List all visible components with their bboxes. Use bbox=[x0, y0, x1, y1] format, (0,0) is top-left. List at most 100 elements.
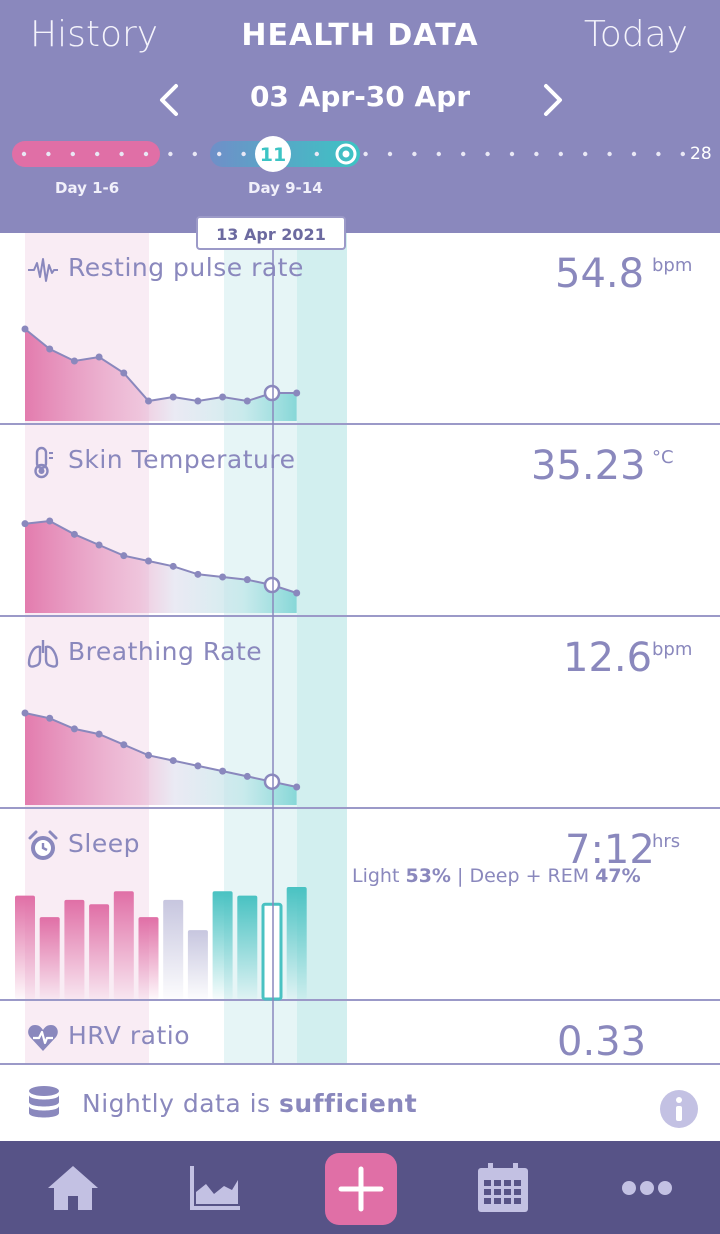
chevron-right-icon[interactable] bbox=[540, 80, 566, 127]
nav-home[interactable] bbox=[30, 1141, 116, 1234]
timeline-day-dot bbox=[363, 151, 368, 157]
data-point bbox=[145, 397, 152, 405]
nav-more[interactable] bbox=[604, 1141, 690, 1234]
data-point bbox=[95, 541, 103, 549]
timeline-day-dot bbox=[192, 151, 197, 157]
metrics-list: Resting pulse rate 54.8 bpm Skin Tempera… bbox=[0, 233, 720, 1063]
today-link[interactable]: Today bbox=[584, 14, 688, 55]
data-point bbox=[70, 725, 78, 733]
day-timeline[interactable]: 11 bbox=[0, 130, 720, 180]
data-point bbox=[219, 767, 227, 775]
sleep-bar bbox=[138, 917, 159, 999]
data-point bbox=[21, 520, 29, 528]
timeline-day-dot bbox=[168, 151, 173, 157]
info-icon[interactable] bbox=[659, 1089, 699, 1129]
data-point bbox=[21, 325, 29, 333]
timeline-day-dot bbox=[436, 151, 441, 157]
chart-area bbox=[25, 713, 297, 805]
data-status-bar: Nightly data is sufficient bbox=[0, 1063, 720, 1141]
data-point bbox=[194, 762, 202, 770]
data-point bbox=[293, 783, 301, 791]
pulse-chart bbox=[21, 325, 301, 421]
sleep-bar bbox=[89, 904, 110, 999]
data-point bbox=[120, 552, 128, 560]
data-point bbox=[243, 397, 251, 405]
data-point bbox=[46, 345, 54, 353]
metric-sleep[interactable]: Sleep 7:12 hrs Light 53% | Deep + REM 47… bbox=[0, 809, 720, 1001]
data-point bbox=[219, 393, 227, 401]
timeline-day-dot bbox=[558, 151, 563, 157]
data-point bbox=[194, 570, 202, 578]
sleep-bar bbox=[163, 899, 184, 999]
metric-skin-temperature[interactable]: Skin Temperature 35.23 °C bbox=[0, 425, 720, 617]
timeline-day-dot bbox=[119, 151, 124, 157]
nav-calendar[interactable] bbox=[460, 1141, 546, 1234]
timeline-day-dot bbox=[387, 151, 393, 157]
timeline-day-dot bbox=[534, 151, 539, 157]
metric-value: 0.33 bbox=[557, 1019, 647, 1063]
sleep-bar bbox=[286, 887, 307, 999]
metric-resting-pulse[interactable]: Resting pulse rate 54.8 bpm bbox=[0, 233, 720, 425]
plus-icon bbox=[338, 1166, 384, 1212]
timeline-day-dot bbox=[656, 151, 661, 157]
timeline-day-dot bbox=[607, 151, 612, 157]
add-button[interactable] bbox=[325, 1153, 397, 1225]
timeline-day-dot bbox=[46, 151, 51, 157]
data-point bbox=[219, 573, 227, 581]
data-point bbox=[169, 757, 177, 765]
timeline-end-day: 28 bbox=[690, 144, 712, 164]
header: History HEALTH DATA Today 03 Apr-30 Apr … bbox=[0, 0, 720, 233]
period-2-label: Day 9-14 bbox=[248, 179, 323, 197]
sleep-bar bbox=[113, 891, 134, 999]
timeline-day-dot bbox=[680, 151, 685, 157]
date-range: 03 Apr-30 Apr bbox=[249, 80, 471, 113]
more-icon bbox=[622, 1180, 672, 1195]
data-point bbox=[95, 730, 103, 738]
selected-sleep-bar bbox=[261, 902, 283, 1001]
sleep-bar bbox=[15, 895, 35, 999]
bottom-navigation bbox=[0, 1141, 720, 1234]
data-point bbox=[169, 562, 177, 570]
data-point bbox=[120, 741, 128, 749]
data-point bbox=[145, 751, 152, 759]
timeline-day-dot bbox=[314, 151, 319, 157]
data-point bbox=[293, 589, 301, 597]
metric-hrv-ratio[interactable]: HRV ratio 0.33 bbox=[0, 1001, 720, 1063]
timeline-day-dot bbox=[217, 151, 222, 157]
data-point bbox=[21, 709, 29, 717]
timeline-day-dot bbox=[241, 151, 246, 157]
period-1-bar bbox=[12, 141, 160, 167]
nav-trends[interactable] bbox=[172, 1141, 258, 1234]
calendar-icon bbox=[478, 1162, 528, 1212]
timeline-day-dot bbox=[70, 151, 76, 157]
database-icon bbox=[29, 1086, 59, 1118]
breathing-rate-chart bbox=[21, 709, 301, 805]
selected-date-flag: 13 Apr 2021 bbox=[196, 216, 346, 250]
chart-area bbox=[25, 521, 297, 613]
data-point bbox=[120, 369, 128, 377]
timeline-day-dot bbox=[509, 151, 515, 157]
data-point bbox=[293, 389, 301, 397]
sleep-chart bbox=[15, 887, 307, 1001]
timeline-day-dot bbox=[21, 151, 27, 157]
timeline-day-dot bbox=[461, 151, 466, 157]
timeline-day-dot bbox=[143, 151, 149, 157]
data-point bbox=[145, 557, 152, 565]
timeline-day-dot bbox=[95, 151, 100, 157]
selected-data-point bbox=[263, 384, 281, 402]
data-point bbox=[46, 714, 54, 722]
metric-breathing-rate[interactable]: Breathing Rate 12.6 bpm bbox=[0, 617, 720, 809]
sleep-bar bbox=[237, 895, 258, 999]
status-message: Nightly data is sufficient bbox=[82, 1089, 418, 1118]
timeline-day-dot bbox=[485, 151, 490, 157]
sleep-bar bbox=[64, 899, 85, 999]
sleep-bar bbox=[212, 891, 233, 999]
skin-temperature-chart bbox=[21, 517, 301, 613]
data-point bbox=[169, 393, 177, 401]
heart-rate-icon bbox=[28, 1025, 58, 1051]
data-point bbox=[70, 357, 78, 365]
current-day-number: 11 bbox=[260, 144, 286, 166]
data-point bbox=[243, 576, 251, 584]
data-point bbox=[194, 397, 202, 405]
timeline-day-dot bbox=[583, 151, 588, 157]
